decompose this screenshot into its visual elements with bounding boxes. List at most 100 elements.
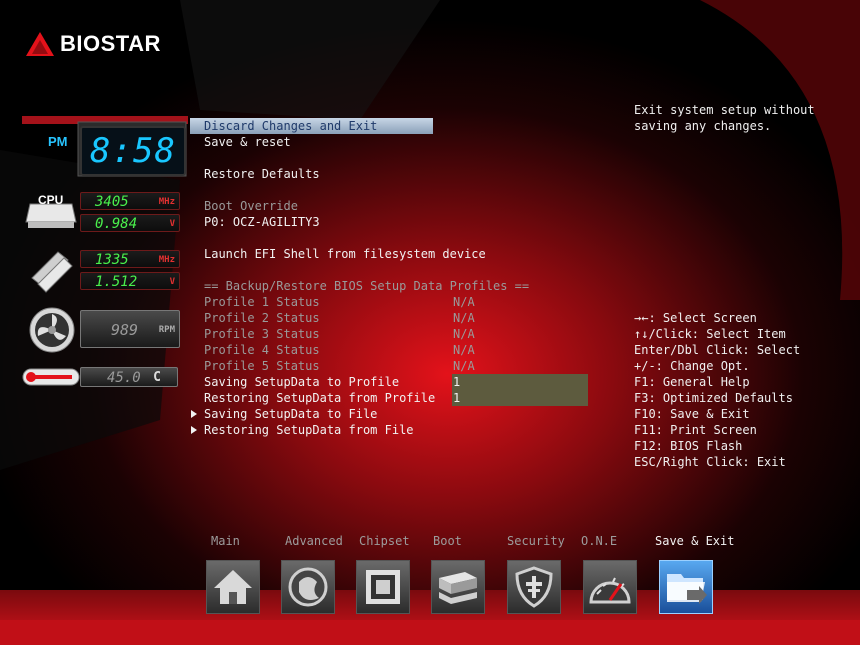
- fan-icon: [29, 307, 75, 353]
- submenu-arrow-icon: [191, 426, 197, 434]
- thermometer-icon: [22, 368, 80, 386]
- restoring-from-file-item[interactable]: Restoring SetupData from File: [190, 422, 610, 438]
- save-reset-label: Save & reset: [204, 135, 291, 149]
- tab-chipset[interactable]: Chipset: [359, 534, 410, 548]
- save-reset-item[interactable]: Save & reset: [190, 134, 291, 150]
- drive-icon: [439, 572, 477, 604]
- key-legend: →←: Select Screen ↑↓/Click: Select Item …: [634, 310, 800, 470]
- biostar-logo: BIOSTAR: [24, 26, 161, 62]
- discard-changes-exit-label: Discard Changes and Exit: [204, 119, 378, 133]
- tab-security[interactable]: Security: [507, 534, 565, 548]
- saving-to-profile-value: 1: [453, 375, 461, 389]
- discard-changes-exit-item[interactable]: Discard Changes and Exit: [190, 118, 433, 134]
- chipset-tile[interactable]: [356, 560, 410, 614]
- key-hint: F12: BIOS Flash: [634, 439, 743, 453]
- saving-to-profile-label: Saving SetupData to Profile: [204, 375, 400, 389]
- key-hint: F1: General Help: [634, 375, 750, 389]
- restore-defaults-item[interactable]: Restore Defaults: [190, 166, 320, 182]
- shield-icon: [515, 566, 553, 608]
- tab-main[interactable]: Main: [211, 534, 240, 548]
- profile-status-value: N/A: [453, 343, 475, 357]
- cpu-voltage-readout: 0.984 V: [80, 214, 180, 232]
- tab-save-exit[interactable]: Save & Exit: [655, 534, 734, 548]
- cpu-label: CPU: [38, 193, 64, 207]
- launch-efi-shell-label: Launch EFI Shell from filesystem device: [204, 247, 486, 261]
- profile-status-label: Profile 5 Status: [204, 359, 320, 373]
- profile-status-row: Profile 1 Status N/A: [190, 294, 610, 310]
- profiles-header-label: == Backup/Restore BIOS Setup Data Profil…: [204, 279, 530, 293]
- home-icon: [214, 570, 252, 604]
- memory-voltage-value: 1.512: [95, 274, 138, 290]
- restoring-from-profile-field[interactable]: [452, 390, 588, 406]
- fan-speed-unit: RPM: [158, 325, 175, 335]
- saving-to-profile-field[interactable]: [452, 374, 588, 390]
- profile-status-value: N/A: [453, 359, 475, 373]
- tab-one[interactable]: O.N.E: [581, 534, 617, 548]
- advanced-tile[interactable]: [281, 560, 335, 614]
- submenu-arrow-icon: [191, 410, 197, 418]
- brand-name: BIOSTAR: [60, 31, 161, 56]
- memory-voltage-unit: V: [169, 277, 175, 287]
- key-hint: F11: Print Screen: [634, 423, 757, 437]
- memory-frequency-readout: 1335 MHz: [80, 250, 180, 268]
- tab-advanced[interactable]: Advanced: [285, 534, 343, 548]
- profile-status-row: Profile 3 Status N/A: [190, 326, 610, 342]
- save-exit-tile[interactable]: [659, 560, 713, 614]
- saving-to-file-item[interactable]: Saving SetupData to File: [190, 406, 610, 422]
- item-help-description: Exit system setup without saving any cha…: [634, 103, 822, 133]
- temperature-unit: C: [153, 370, 161, 385]
- profile-status-value: N/A: [453, 327, 475, 341]
- ampm-indicator: PM: [48, 134, 68, 149]
- memory-voltage-readout: 1.512 V: [80, 272, 180, 290]
- key-hint: +/-: Change Opt.: [634, 359, 750, 373]
- profile-status-value: N/A: [453, 311, 475, 325]
- cpu-voltage-unit: V: [169, 219, 175, 229]
- profile-status-row: Profile 4 Status N/A: [190, 342, 610, 358]
- biostar-logo-icon: [26, 32, 54, 56]
- gauge-icon: [589, 577, 631, 604]
- cpu-voltage-value: 0.984: [95, 216, 138, 232]
- memory-frequency-unit: MHz: [158, 255, 175, 265]
- key-hint: ↑↓/Click: Select Item: [634, 327, 786, 341]
- cpu-frequency-readout: 3405 MHz: [80, 192, 180, 210]
- profile-status-label: Profile 4 Status: [204, 343, 320, 357]
- key-hint: Enter/Dbl Click: Select: [634, 343, 801, 357]
- key-hint: F10: Save & Exit: [634, 407, 750, 421]
- key-hint: →←: Select Screen: [634, 311, 757, 325]
- memory-frequency-value: 1335: [95, 252, 129, 268]
- main-tile[interactable]: [206, 560, 260, 614]
- profile-status-value: N/A: [453, 295, 475, 309]
- restoring-from-profile-label: Restoring SetupData from Profile: [204, 391, 436, 405]
- profiles-section-header: == Backup/Restore BIOS Setup Data Profil…: [190, 278, 529, 294]
- memory-icon: [31, 251, 73, 293]
- launch-efi-shell-item[interactable]: Launch EFI Shell from filesystem device: [190, 246, 486, 262]
- restoring-from-file-label: Restoring SetupData from File: [204, 423, 414, 437]
- key-hint: F3: Optimized Defaults: [634, 391, 793, 405]
- system-clock: 8:58: [80, 126, 186, 176]
- restoring-from-profile-value: 1: [453, 391, 461, 405]
- profile-status-row: Profile 2 Status N/A: [190, 310, 610, 326]
- boot-override-label: Boot Override: [204, 199, 298, 213]
- fan-speed-readout: 989 RPM: [80, 310, 180, 348]
- restoring-from-profile-item[interactable]: Restoring SetupData from Profile 1: [190, 390, 610, 406]
- boot-tile[interactable]: [431, 560, 485, 614]
- profile-status-label: Profile 3 Status: [204, 327, 320, 341]
- profile-status-label: Profile 2 Status: [204, 311, 320, 325]
- folder-exit-icon: [667, 574, 707, 604]
- chip-icon: [366, 570, 400, 604]
- security-tile[interactable]: [507, 560, 561, 614]
- cpu-frequency-unit: MHz: [158, 197, 175, 207]
- boot-override-heading: Boot Override: [190, 198, 298, 214]
- advanced-icon: [288, 567, 328, 607]
- temperature-value: 45.0: [107, 370, 141, 386]
- profile-status-label: Profile 1 Status: [204, 295, 320, 309]
- saving-to-profile-item[interactable]: Saving SetupData to Profile 1: [190, 374, 610, 390]
- temperature-readout: 45.0 C: [80, 367, 178, 387]
- one-tile[interactable]: [583, 560, 637, 614]
- saving-to-file-label: Saving SetupData to File: [204, 407, 378, 421]
- key-hint: ESC/Right Click: Exit: [634, 455, 786, 469]
- profile-status-row: Profile 5 Status N/A: [190, 358, 610, 374]
- boot-device-item[interactable]: P0: OCZ-AGILITY3: [190, 214, 320, 230]
- cpu-frequency-value: 3405: [95, 194, 129, 210]
- tab-boot[interactable]: Boot: [433, 534, 462, 548]
